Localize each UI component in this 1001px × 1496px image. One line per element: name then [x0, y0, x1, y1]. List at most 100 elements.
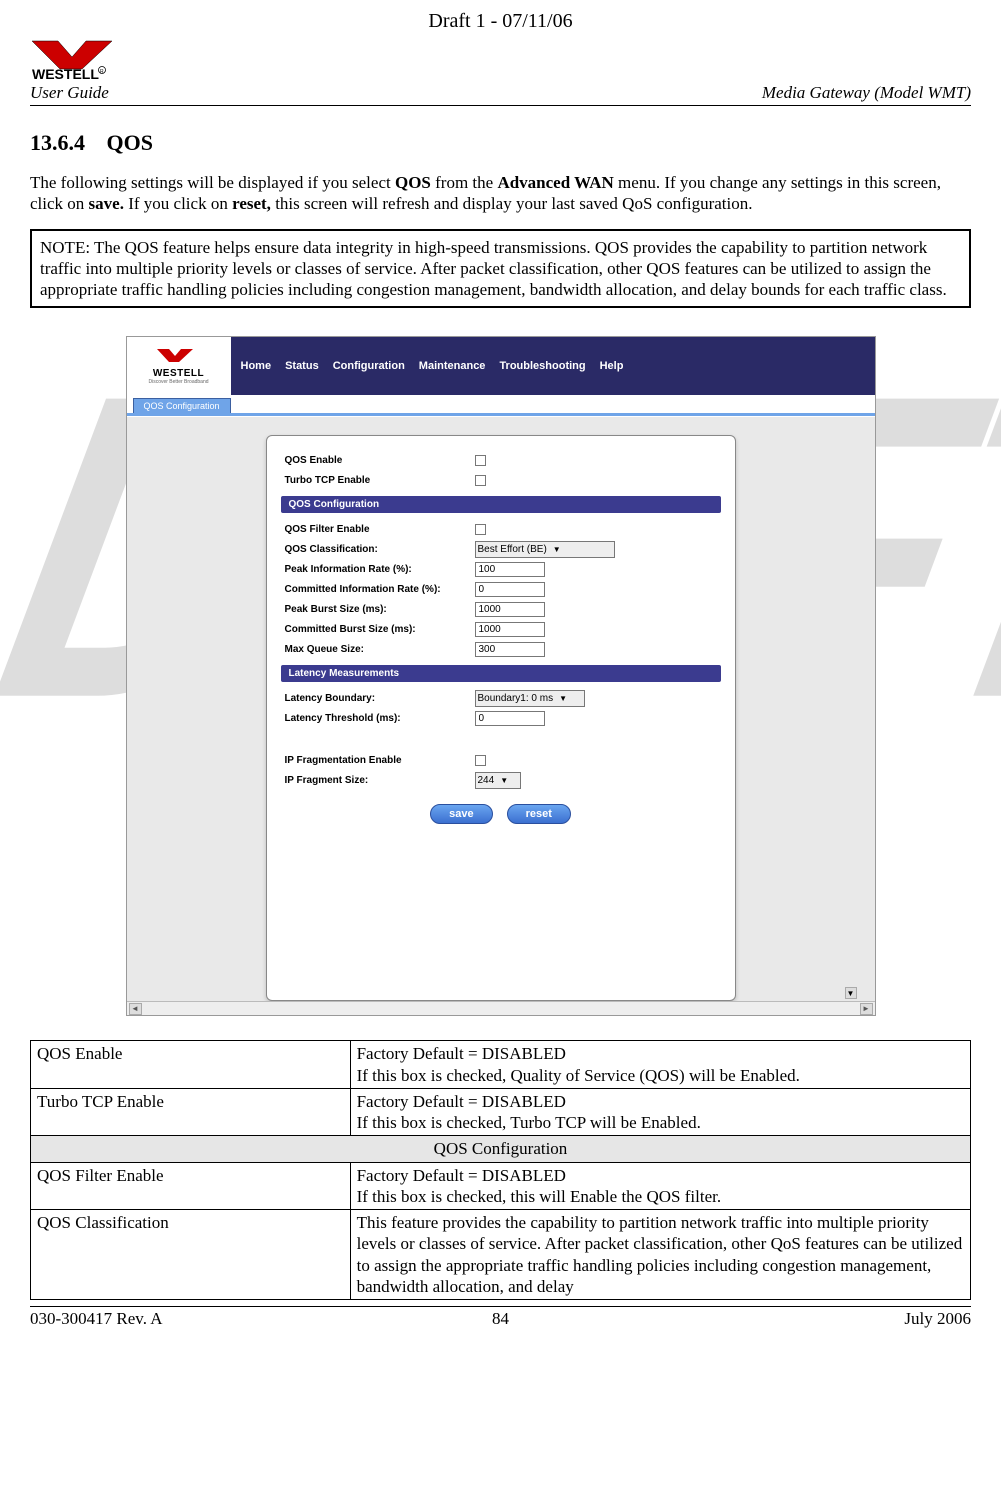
row-max-queue: Max Queue Size:	[285, 639, 717, 659]
draft-header: Draft 1 - 07/11/06	[30, 10, 971, 33]
intro-bold: QOS	[395, 173, 431, 192]
row-committed-burst: Committed Burst Size (ms):	[285, 619, 717, 639]
label-qos-filter: QOS Filter Enable	[285, 524, 475, 535]
checkbox-ip-frag[interactable]	[475, 755, 486, 766]
section-number: 13.6.4	[30, 130, 85, 155]
logo-block: WESTELL R User Guide	[30, 39, 130, 103]
intro-text: this screen will refresh and display you…	[271, 194, 753, 213]
intro-text: from the	[431, 173, 498, 192]
chevron-down-icon: ▼	[553, 545, 561, 554]
label-ip-frag-size: IP Fragment Size:	[285, 775, 475, 786]
note-box: NOTE: The QOS feature helps ensure data …	[30, 229, 971, 309]
label-qos-enable: QOS Enable	[285, 455, 475, 466]
label-committed-info-rate: Committed Information Rate (%):	[285, 584, 475, 595]
select-value: Boundary1: 0 ms	[478, 693, 554, 704]
checkbox-qos-filter[interactable]	[475, 524, 486, 535]
row-turbo-tcp: Turbo TCP Enable	[285, 470, 717, 490]
ss-nav: Home Status Configuration Maintenance Tr…	[231, 337, 875, 395]
select-ip-frag-size[interactable]: 244▼	[475, 772, 521, 789]
def-label: Turbo TCP Enable	[31, 1088, 351, 1136]
row-qos-enable: QOS Enable	[285, 450, 717, 470]
westell-mini-logo-icon	[155, 348, 203, 368]
def-label: QOS Classification	[31, 1210, 351, 1300]
label-turbo-tcp: Turbo TCP Enable	[285, 475, 475, 486]
intro-bold: Advanced WAN	[497, 173, 613, 192]
intro-bold: reset,	[232, 194, 271, 213]
def-desc: Factory Default = DISABLED If this box i…	[350, 1041, 970, 1089]
row-qos-classification: QOS Classification: Best Effort (BE) ▼	[285, 539, 717, 559]
nav-troubleshooting[interactable]: Troubleshooting	[499, 360, 585, 372]
table-section-header: QOS Configuration	[31, 1136, 971, 1162]
row-ip-frag-enable: IP Fragmentation Enable	[285, 750, 717, 770]
row-latency-threshold: Latency Threshold (ms):	[285, 708, 717, 728]
def-label: QOS Filter Enable	[31, 1162, 351, 1210]
input-max-queue[interactable]	[475, 642, 545, 657]
def-section-hdr: QOS Configuration	[31, 1136, 971, 1162]
scroll-right-icon[interactable]: ►	[860, 1003, 873, 1015]
user-guide-label: User Guide	[30, 83, 109, 103]
header-row: WESTELL R User Guide Media Gateway (Mode…	[30, 39, 971, 106]
intro-text: The following settings will be displayed…	[30, 173, 395, 192]
intro-text: If you click on	[124, 194, 232, 213]
input-peak-info-rate[interactable]	[475, 562, 545, 577]
def-label: QOS Enable	[31, 1041, 351, 1089]
footer-left: 030-300417 Rev. A	[30, 1309, 163, 1329]
table-row: QOS Filter Enable Factory Default = DISA…	[31, 1162, 971, 1210]
section-name: QOS	[107, 130, 153, 155]
checkbox-turbo-tcp[interactable]	[475, 475, 486, 486]
screenshot-frame: WESTELL Discover Better Broadband Home S…	[126, 336, 876, 1016]
ss-logo-tag: Discover Better Broadband	[148, 379, 208, 385]
label-ip-frag-enable: IP Fragmentation Enable	[285, 755, 475, 766]
definition-table: QOS Enable Factory Default = DISABLED If…	[30, 1040, 971, 1300]
scrollbar-horizontal[interactable]: ◄ ►	[127, 1001, 875, 1015]
chevron-down-icon: ▼	[559, 694, 567, 703]
label-latency-boundary: Latency Boundary:	[285, 693, 475, 704]
chevron-down-icon: ▼	[500, 776, 508, 785]
input-peak-burst[interactable]	[475, 602, 545, 617]
nav-status[interactable]: Status	[285, 360, 319, 372]
scroll-down-icon[interactable]: ▼	[845, 987, 857, 999]
ss-logo-text: WESTELL	[153, 368, 204, 379]
ss-panel: QOS Enable Turbo TCP Enable QOS Configur…	[266, 435, 736, 1001]
save-button[interactable]: save	[430, 804, 492, 824]
label-qos-classification: QOS Classification:	[285, 544, 475, 555]
westell-logo-icon: WESTELL R	[30, 39, 130, 81]
input-committed-info-rate[interactable]	[475, 582, 545, 597]
row-committed-info-rate: Committed Information Rate (%):	[285, 579, 717, 599]
tab-qos-configuration[interactable]: QOS Configuration	[133, 398, 231, 413]
intro-paragraph: The following settings will be displayed…	[30, 172, 971, 215]
nav-maintenance[interactable]: Maintenance	[419, 360, 486, 372]
nav-help[interactable]: Help	[600, 360, 624, 372]
checkbox-qos-enable[interactable]	[475, 455, 486, 466]
input-latency-threshold[interactable]	[475, 711, 545, 726]
ss-tab-row: QOS Configuration	[127, 395, 875, 413]
def-desc: This feature provides the capability to …	[350, 1210, 970, 1300]
scroll-left-icon[interactable]: ◄	[129, 1003, 142, 1015]
select-latency-boundary[interactable]: Boundary1: 0 ms ▼	[475, 690, 585, 707]
label-peak-burst: Peak Burst Size (ms):	[285, 604, 475, 615]
nav-configuration[interactable]: Configuration	[333, 360, 405, 372]
input-committed-burst[interactable]	[475, 622, 545, 637]
ss-tab-strip	[127, 413, 875, 416]
section-title: 13.6.4 QOS	[30, 130, 971, 156]
table-row: QOS Classification This feature provides…	[31, 1210, 971, 1300]
button-row: save reset	[285, 804, 717, 824]
table-row: QOS Enable Factory Default = DISABLED If…	[31, 1041, 971, 1089]
reset-button[interactable]: reset	[507, 804, 571, 824]
section-qos-config: QOS Configuration	[281, 496, 721, 513]
page-footer: 030-300417 Rev. A 84 July 2006	[30, 1306, 971, 1329]
svg-text:WESTELL: WESTELL	[32, 66, 99, 81]
nav-home[interactable]: Home	[241, 360, 272, 372]
label-latency-threshold: Latency Threshold (ms):	[285, 713, 475, 724]
row-peak-burst: Peak Burst Size (ms):	[285, 599, 717, 619]
select-qos-classification[interactable]: Best Effort (BE) ▼	[475, 541, 615, 558]
ss-canvas: QOS Enable Turbo TCP Enable QOS Configur…	[127, 417, 875, 1001]
select-value: Best Effort (BE)	[478, 544, 547, 555]
row-ip-frag-size: IP Fragment Size: 244▼	[285, 770, 717, 790]
intro-bold: save.	[89, 194, 124, 213]
svg-text:R: R	[100, 69, 104, 75]
label-max-queue: Max Queue Size:	[285, 644, 475, 655]
def-desc: Factory Default = DISABLED If this box i…	[350, 1088, 970, 1136]
table-row: Turbo TCP Enable Factory Default = DISAB…	[31, 1088, 971, 1136]
row-peak-info-rate: Peak Information Rate (%):	[285, 559, 717, 579]
